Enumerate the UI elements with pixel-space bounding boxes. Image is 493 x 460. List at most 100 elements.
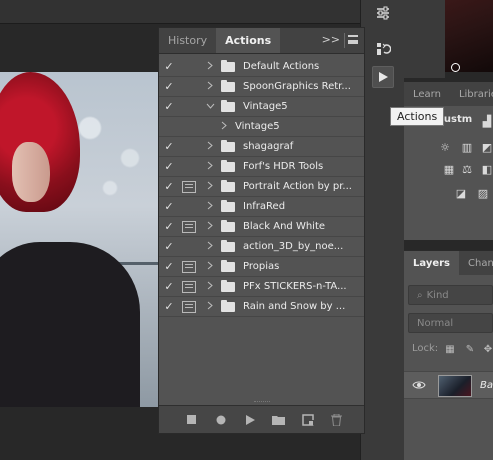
dialog-toggle-icon[interactable]	[182, 260, 196, 273]
action-set-row[interactable]: ✓ shagagraf	[159, 137, 364, 157]
curves-icon[interactable]: ◩	[480, 140, 493, 154]
dialog-toggle-icon[interactable]	[182, 280, 196, 293]
chevron-right-icon[interactable]	[203, 161, 217, 173]
dialog-toggle-icon[interactable]	[182, 141, 196, 153]
tab-separator	[344, 33, 345, 48]
properties-sliders-icon[interactable]	[372, 2, 394, 24]
action-set-row[interactable]: ✓ Forf's HDR Tools	[159, 157, 364, 177]
chevron-right-icon[interactable]	[203, 81, 217, 93]
blend-mode-select[interactable]: Normal	[408, 313, 493, 333]
toggle-checkbox[interactable]: ✓	[159, 300, 179, 313]
action-set-row[interactable]: ✓ Propias	[159, 257, 364, 277]
black-white-icon[interactable]: ◧	[480, 162, 493, 176]
action-label: PFx STICKERS-n-TA...	[243, 281, 347, 292]
action-set-row[interactable]: ✓ Vintage5	[159, 97, 364, 117]
action-set-row[interactable]: ✓ SpoonGraphics Retr...	[159, 77, 364, 97]
levels-icon[interactable]: ▥	[460, 140, 474, 154]
toggle-checkbox[interactable]: ✓	[159, 100, 179, 113]
chevron-right-icon[interactable]	[217, 121, 231, 133]
history-brush-icon[interactable]	[372, 38, 394, 60]
chevron-right-icon[interactable]	[203, 281, 217, 293]
record-icon[interactable]	[206, 415, 235, 425]
color-field[interactable]	[445, 0, 493, 72]
dialog-toggle-icon[interactable]	[182, 300, 196, 313]
color-balance-icon[interactable]: ⚖	[460, 162, 474, 176]
panel-menu-icon[interactable]	[348, 35, 358, 44]
resize-grip[interactable]	[254, 401, 270, 403]
action-label: Rain and Snow by ...	[243, 301, 346, 312]
color-cursor[interactable]	[451, 63, 460, 72]
toggle-checkbox[interactable]: ✓	[159, 220, 179, 233]
chevron-right-icon[interactable]	[203, 241, 217, 253]
chevron-right-icon[interactable]	[203, 301, 217, 313]
stop-icon[interactable]	[177, 415, 206, 424]
chevron-down-icon[interactable]	[203, 101, 217, 112]
dialog-toggle-icon[interactable]	[182, 220, 196, 233]
action-set-row[interactable]: ✓ Portrait Action by pr...	[159, 177, 364, 197]
action-item[interactable]: Vintage5	[159, 117, 364, 137]
chevron-right-icon[interactable]	[203, 201, 217, 213]
actions-play-icon[interactable]	[372, 66, 394, 88]
chevron-right-icon[interactable]	[203, 261, 217, 273]
action-label: Default Actions	[243, 61, 320, 72]
layer-name[interactable]: Ba	[480, 380, 493, 391]
dialog-toggle-icon[interactable]	[182, 201, 196, 213]
lock-position-icon[interactable]: ✥	[482, 343, 493, 355]
tab-channels[interactable]: Channe	[459, 251, 493, 275]
layers-panel: ⌕ Kind Normal Lock: ▦ ✎ ✥ Ba	[404, 275, 493, 460]
dialog-toggle-icon[interactable]	[182, 180, 196, 193]
layer-row[interactable]: Ba	[404, 371, 493, 399]
lock-transparent-icon[interactable]: ▦	[444, 343, 456, 355]
dialog-toggle-icon[interactable]	[182, 61, 196, 73]
toggle-checkbox[interactable]: ✓	[159, 200, 179, 213]
toggle-checkbox[interactable]: ✓	[159, 60, 179, 73]
toggle-checkbox[interactable]: ✓	[159, 140, 179, 153]
action-set-row[interactable]: ✓ InfraRed	[159, 197, 364, 217]
action-set-row[interactable]: ✓ Rain and Snow by ...	[159, 297, 364, 317]
chevron-right-icon[interactable]	[203, 141, 217, 153]
new-action-icon[interactable]	[293, 413, 322, 426]
collapse-panel-icon[interactable]: >>	[322, 33, 340, 46]
photo-filter-icon[interactable]: ◪	[454, 186, 468, 200]
document-image[interactable]	[0, 72, 160, 407]
tab-actions[interactable]: Actions	[216, 28, 281, 53]
new-set-icon[interactable]	[264, 414, 293, 425]
tab-learn[interactable]: Learn	[404, 82, 450, 106]
tab-history[interactable]: History	[159, 28, 216, 53]
action-set-row[interactable]: ✓ action_3D_by_noe...	[159, 237, 364, 257]
dialog-toggle-icon[interactable]	[182, 161, 196, 173]
dialog-toggle-icon[interactable]	[182, 121, 196, 133]
actions-list: ✓ Default Actions ✓ SpoonGraphics Retr... ✓ V…	[159, 57, 364, 317]
gradient-map-icon[interactable]: ▨	[476, 186, 490, 200]
brightness-icon[interactable]: ☼	[438, 140, 452, 154]
tab-layers[interactable]: Layers	[404, 251, 459, 275]
chevron-right-icon[interactable]	[203, 221, 217, 233]
delete-icon[interactable]	[322, 413, 351, 426]
dialog-toggle-icon[interactable]	[182, 81, 196, 93]
dialog-toggle-icon[interactable]	[182, 241, 196, 253]
action-set-row[interactable]: ✓ Black And White	[159, 217, 364, 237]
action-set-row[interactable]: ✓ Default Actions	[159, 57, 364, 77]
toggle-checkbox[interactable]: ✓	[159, 280, 179, 293]
lock-image-icon[interactable]: ✎	[464, 343, 476, 355]
search-icon: ⌕	[417, 289, 423, 301]
action-set-row[interactable]: ✓ PFx STICKERS-n-TA...	[159, 277, 364, 297]
hue-saturation-icon[interactable]: ▦	[442, 162, 456, 176]
toggle-checkbox[interactable]: ✓	[159, 180, 179, 193]
tab-libraries[interactable]: Libraries	[450, 82, 493, 106]
folder-icon	[221, 199, 235, 212]
toggle-checkbox[interactable]: ✓	[159, 260, 179, 273]
layer-thumbnail	[438, 375, 472, 397]
layer-kind-filter[interactable]: ⌕ Kind	[408, 285, 493, 305]
subject-face	[12, 142, 50, 202]
folder-icon	[221, 159, 235, 172]
play-icon[interactable]	[235, 414, 264, 425]
chevron-right-icon[interactable]	[203, 61, 217, 73]
levels-histogram-icon[interactable]: ▟	[480, 114, 493, 128]
eye-icon[interactable]	[412, 380, 426, 390]
toggle-checkbox[interactable]: ✓	[159, 160, 179, 173]
toggle-checkbox[interactable]: ✓	[159, 240, 179, 253]
chevron-right-icon[interactable]	[203, 181, 217, 193]
toggle-checkbox[interactable]: ✓	[159, 80, 179, 93]
dialog-toggle-icon[interactable]	[182, 101, 196, 113]
